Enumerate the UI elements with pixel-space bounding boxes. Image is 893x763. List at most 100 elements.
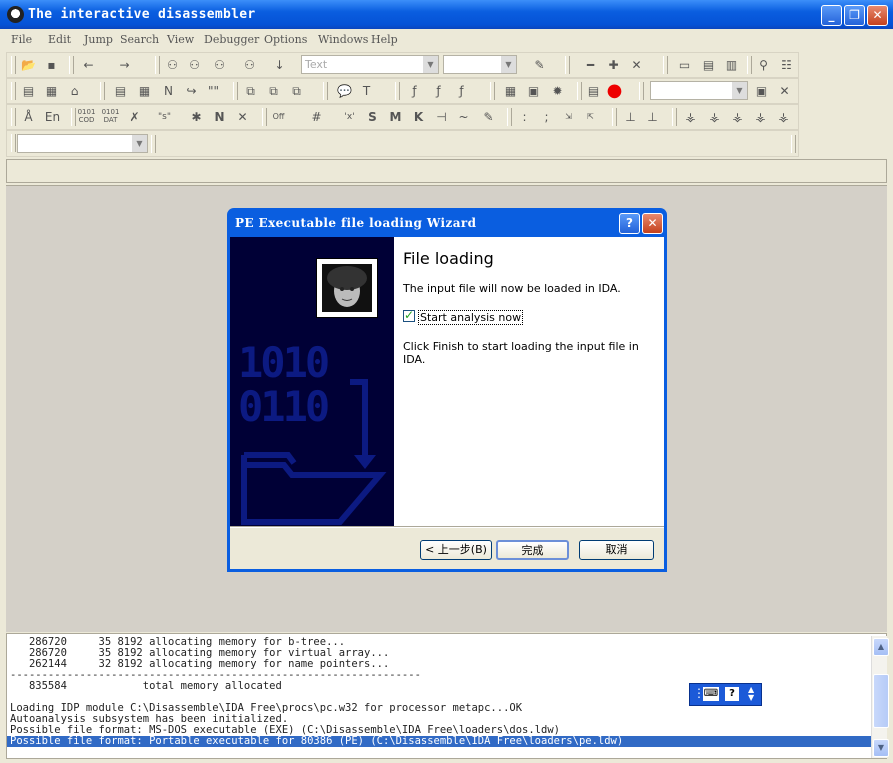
menu-options[interactable]: Options: [264, 33, 307, 46]
text-icon[interactable]: T: [357, 82, 376, 100]
title-bar[interactable]: The interactive disassembler _ ❐ ✕: [0, 0, 893, 29]
enum-en-icon[interactable]: En: [43, 108, 62, 126]
dialog-close-button[interactable]: ✕: [642, 213, 663, 234]
calculator-icon[interactable]: ▦: [501, 82, 520, 100]
pen-icon[interactable]: ✎: [530, 56, 549, 74]
number-icon[interactable]: #: [307, 108, 326, 126]
menu-view[interactable]: View: [167, 33, 194, 46]
graph-tree-4-icon[interactable]: ⚶: [751, 108, 770, 126]
xref-chart-icon[interactable]: ⊥: [643, 108, 662, 126]
record-icon[interactable]: ●: [605, 82, 624, 100]
log-line-selected[interactable]: Possible file format: Portable executabl…: [7, 736, 874, 747]
unhide-icon[interactable]: ⇱: [581, 108, 600, 126]
negate-icon[interactable]: ⊣: [432, 108, 451, 126]
keyboard-icon[interactable]: ⌨: [703, 687, 719, 701]
search-binary-icon[interactable]: ⚇: [240, 56, 259, 74]
binoculars-next-icon[interactable]: ⚇: [185, 56, 204, 74]
back-button[interactable]: < 上一步(B): [420, 540, 492, 560]
navigation-band[interactable]: [6, 159, 887, 183]
back-icon[interactable]: ←: [79, 56, 98, 74]
char-icon[interactable]: 'x': [340, 108, 359, 126]
copy-icon[interactable]: ⧉: [241, 82, 260, 100]
enum-member-icon[interactable]: M: [386, 108, 405, 126]
chevron-down-icon[interactable]: ▼: [423, 56, 438, 73]
xref-icon[interactable]: ⧉: [264, 82, 283, 100]
list-icon[interactable]: ☷: [777, 56, 796, 74]
stack-var-icon[interactable]: K: [409, 108, 428, 126]
struct-icon[interactable]: ▤: [111, 82, 130, 100]
address-combo[interactable]: ▼: [17, 134, 148, 153]
chevron-down-icon[interactable]: ▼: [732, 82, 747, 99]
semicolon-icon[interactable]: ;: [537, 108, 556, 126]
binoculars-icon[interactable]: ⚇: [163, 56, 182, 74]
scroll-thumb[interactable]: [873, 674, 889, 728]
window-cascade-icon[interactable]: ▭: [675, 56, 694, 74]
save-icon[interactable]: ▪: [42, 56, 61, 74]
menu-help[interactable]: Help: [371, 33, 398, 46]
names-icon[interactable]: N: [159, 82, 178, 100]
strings-icon[interactable]: "": [204, 82, 223, 100]
chevron-down-icon[interactable]: ▼: [501, 56, 516, 73]
enum-icon[interactable]: ▦: [135, 82, 154, 100]
debugger-doc-icon[interactable]: ▤: [584, 82, 603, 100]
compass-icon[interactable]: Å: [19, 108, 38, 126]
bitwise-not-icon[interactable]: ~: [454, 108, 473, 126]
secondary-combo[interactable]: ▼: [443, 55, 517, 74]
colon-icon[interactable]: :: [515, 108, 534, 126]
segments-icon[interactable]: ▦: [42, 82, 61, 100]
floating-ime-toolbar[interactable]: ⋮ ⌨ ? ▲ ▼: [689, 683, 762, 706]
close-button[interactable]: ✕: [867, 5, 888, 26]
start-analysis-checkbox[interactable]: ✓: [403, 308, 415, 322]
minimize-button[interactable]: _: [821, 5, 842, 26]
asterisk-icon[interactable]: ✱: [187, 108, 206, 126]
open-folder-icon[interactable]: 📂: [19, 56, 38, 74]
menu-file[interactable]: File: [11, 33, 32, 46]
options-chevron-icon[interactable]: ▲ ▼: [748, 686, 754, 702]
gear-icon[interactable]: ✹: [548, 82, 567, 100]
chevron-down-icon[interactable]: ▼: [132, 135, 147, 152]
ida-app-icon[interactable]: [7, 6, 24, 23]
start-analysis-label[interactable]: Start analysis now: [418, 310, 524, 325]
finish-button[interactable]: 完成: [496, 540, 569, 560]
debug-settings-icon[interactable]: ▣: [752, 82, 771, 100]
hex-view-icon[interactable]: ▣: [524, 82, 543, 100]
function-icon[interactable]: ƒ: [405, 82, 424, 100]
restore-button[interactable]: ❐: [844, 5, 865, 26]
jump-down-icon[interactable]: ↓: [270, 56, 289, 74]
scroll-up-icon[interactable]: ▲: [873, 638, 889, 656]
house-icon[interactable]: ⌂: [65, 82, 84, 100]
manual-operand-icon[interactable]: ✎: [479, 108, 498, 126]
function-edit-icon[interactable]: ƒ: [429, 82, 448, 100]
graph-icon[interactable]: ⚲: [754, 56, 773, 74]
graph-tree-2-icon[interactable]: ⚶: [705, 108, 724, 126]
window-tile-h-icon[interactable]: ▤: [699, 56, 718, 74]
menu-debugger[interactable]: Debugger: [204, 33, 259, 46]
xref-to-icon[interactable]: ⧉: [287, 82, 306, 100]
search-text-icon[interactable]: ⚇: [210, 56, 229, 74]
name-icon[interactable]: N: [210, 108, 229, 126]
doc-icon[interactable]: ▤: [19, 82, 38, 100]
menu-edit[interactable]: Edit: [48, 33, 71, 46]
cancel-button[interactable]: 取消: [579, 540, 654, 560]
graph-tree-3-icon[interactable]: ⚶: [728, 108, 747, 126]
menu-search[interactable]: Search: [120, 33, 159, 46]
help-icon[interactable]: ?: [725, 687, 739, 701]
menu-windows[interactable]: Windows: [318, 33, 368, 46]
hide-icon[interactable]: ⇲: [559, 108, 578, 126]
flow-chart-icon[interactable]: ⊥: [621, 108, 640, 126]
forward-icon[interactable]: →: [115, 56, 134, 74]
offset-icon[interactable]: Off: [269, 108, 288, 126]
funcs-icon[interactable]: ↪: [182, 82, 201, 100]
code-icon[interactable]: 0101 COD: [77, 108, 96, 126]
segment-type-combo[interactable]: Text ▼: [301, 55, 439, 74]
help-button[interactable]: ?: [619, 213, 640, 234]
graph-tree-1-icon[interactable]: ⚶: [681, 108, 700, 126]
plus-icon[interactable]: ✚: [604, 56, 623, 74]
function-end-icon[interactable]: ƒ: [452, 82, 471, 100]
delete-icon[interactable]: ✕: [627, 56, 646, 74]
graph-tree-5-icon[interactable]: ⚶: [774, 108, 793, 126]
string-icon[interactable]: "s": [155, 108, 174, 126]
comment-icon[interactable]: 💬: [335, 82, 354, 100]
menu-jump[interactable]: Jump: [84, 33, 113, 46]
debugger-combo[interactable]: ▼: [650, 81, 748, 100]
